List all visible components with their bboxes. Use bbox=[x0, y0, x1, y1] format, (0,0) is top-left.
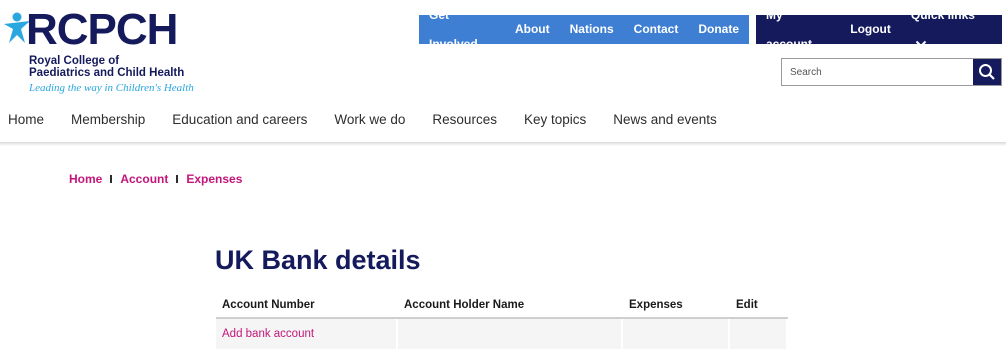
breadcrumb-separator bbox=[176, 175, 179, 183]
table-header-row: Account Number Account Holder Name Expen… bbox=[216, 292, 788, 319]
bank-details-table: Account Number Account Holder Name Expen… bbox=[216, 292, 788, 349]
mainnav-resources[interactable]: Resources bbox=[432, 112, 497, 134]
table-row: Add bank account bbox=[216, 319, 788, 349]
search-input[interactable] bbox=[782, 59, 973, 85]
nav-divider bbox=[0, 142, 1006, 146]
utility-nav: Get Involved About Nations Contact Donat… bbox=[419, 8, 749, 51]
rcpch-logo[interactable]: RCPCH Royal College of Paediatrics and C… bbox=[2, 5, 202, 98]
main-nav: Home Membership Education and careers Wo… bbox=[0, 112, 1006, 134]
logo-wordmark: RCPCH bbox=[26, 5, 178, 54]
search-button[interactable] bbox=[973, 59, 1001, 85]
quick-links-label: Quick links bbox=[910, 7, 975, 22]
search-icon bbox=[979, 64, 995, 80]
nav-nations[interactable]: Nations bbox=[560, 15, 624, 44]
column-header-account-holder: Account Holder Name bbox=[398, 292, 623, 319]
mainnav-home[interactable]: Home bbox=[8, 112, 44, 134]
add-bank-account-link[interactable]: Add bank account bbox=[222, 328, 314, 340]
mainnav-work-we-do[interactable]: Work we do bbox=[334, 112, 405, 134]
breadcrumb-account[interactable]: Account bbox=[120, 172, 168, 186]
account-nav: My account Logout Quick links bbox=[756, 8, 1002, 51]
breadcrumb: Home Account Expenses bbox=[69, 172, 242, 186]
table-cell: Add bank account bbox=[216, 319, 398, 349]
mainnav-membership[interactable]: Membership bbox=[71, 112, 145, 134]
column-header-account-number: Account Number bbox=[216, 292, 398, 319]
quick-links-toggle[interactable]: Quick links bbox=[901, 1, 1002, 59]
table-cell bbox=[398, 319, 623, 349]
chevron-down-icon bbox=[915, 41, 927, 48]
column-header-expenses: Expenses bbox=[623, 292, 730, 319]
logo-tagline: Leading the way in Children's Health bbox=[29, 82, 194, 94]
page-title: UK Bank details bbox=[215, 245, 421, 275]
nav-contact[interactable]: Contact bbox=[624, 15, 689, 44]
breadcrumb-separator bbox=[110, 175, 113, 183]
breadcrumb-expenses[interactable]: Expenses bbox=[186, 172, 242, 186]
mainnav-education-careers[interactable]: Education and careers bbox=[172, 112, 307, 134]
nav-donate[interactable]: Donate bbox=[688, 15, 749, 44]
my-account-link[interactable]: My account bbox=[756, 1, 840, 59]
column-header-edit: Edit bbox=[730, 292, 788, 319]
search-box bbox=[781, 58, 1002, 86]
table-cell bbox=[623, 319, 730, 349]
nav-get-involved[interactable]: Get Involved bbox=[419, 1, 505, 59]
breadcrumb-home[interactable]: Home bbox=[69, 172, 102, 186]
table-cell bbox=[730, 319, 788, 349]
mainnav-key-topics[interactable]: Key topics bbox=[524, 112, 586, 134]
logo-org-line2: Paediatrics and Child Health bbox=[29, 67, 185, 79]
nav-about[interactable]: About bbox=[505, 15, 560, 44]
mainnav-news-events[interactable]: News and events bbox=[613, 112, 717, 134]
logout-link[interactable]: Logout bbox=[840, 15, 901, 44]
